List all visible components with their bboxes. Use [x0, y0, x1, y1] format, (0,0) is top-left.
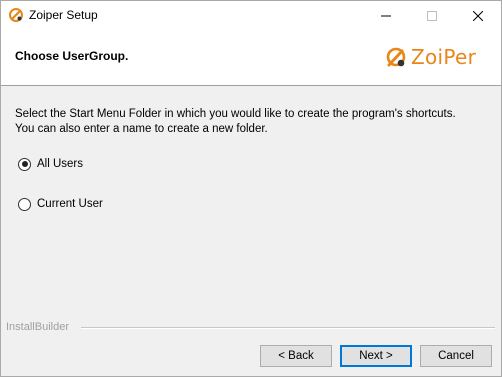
zoiper-logo: ZoiPer — [383, 44, 493, 72]
next-button[interactable]: Next > — [340, 345, 412, 367]
zoiper-logo-icon — [386, 47, 406, 67]
logo-text: ZoiPer — [411, 45, 477, 69]
back-button[interactable]: < Back — [260, 345, 332, 367]
radio-label: All Users — [37, 158, 84, 170]
close-button[interactable] — [455, 1, 501, 30]
description: Select the Start Menu Folder in which yo… — [15, 107, 495, 137]
zoiper-app-icon — [8, 7, 24, 23]
setup-window: Zoiper Setup Choose UserGroup. ZoiPer Se… — [0, 0, 502, 377]
radio-current-user[interactable]: Current User — [18, 196, 103, 212]
radio-button-checked[interactable] — [18, 157, 31, 171]
radio-all-users[interactable]: All Users — [18, 156, 83, 172]
radio-button[interactable] — [18, 197, 31, 211]
installbuilder-label: InstallBuilder — [6, 321, 69, 333]
radio-label: Current User — [37, 198, 103, 210]
page-title: Choose UserGroup. — [15, 49, 129, 63]
description-line-2: You can also enter a name to create a ne… — [15, 123, 268, 135]
description-line-1: Select the Start Menu Folder in which yo… — [15, 108, 456, 120]
window-title: Zoiper Setup — [29, 8, 98, 22]
maximize-button[interactable] — [409, 1, 455, 30]
minimize-icon — [381, 15, 391, 16]
minimize-button[interactable] — [363, 1, 409, 30]
wizard-header: Choose UserGroup. ZoiPer — [1, 30, 501, 86]
maximize-icon — [427, 10, 437, 21]
close-icon — [473, 10, 483, 21]
footer-divider — [81, 327, 495, 329]
title-bar: Zoiper Setup — [1, 1, 501, 30]
cancel-button[interactable]: Cancel — [420, 345, 492, 367]
